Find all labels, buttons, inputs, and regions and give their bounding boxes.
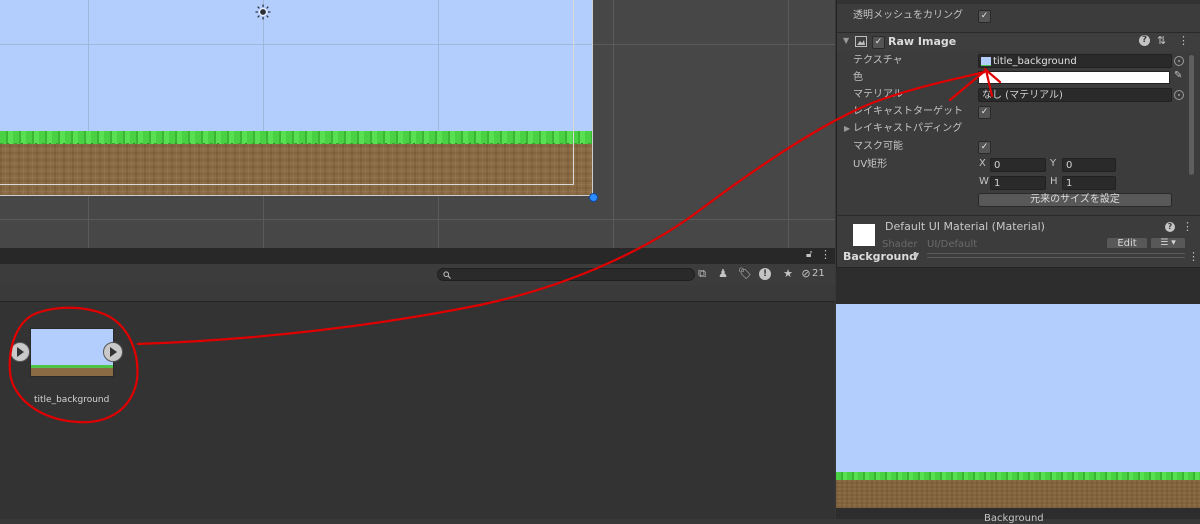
asset-item[interactable]: title_background: [10, 318, 130, 410]
grid-line: [613, 0, 614, 248]
preview-grass: [836, 472, 1200, 480]
raycast-target-label: レイキャストターゲット: [853, 106, 963, 117]
canvas-border: [0, 0, 593, 196]
more-options-icon[interactable]: ⋮: [820, 248, 831, 261]
directional-light-icon[interactable]: [255, 4, 271, 20]
raycast-target-checkbox[interactable]: ✓: [978, 106, 991, 119]
object-picker-icon[interactable]: [1174, 56, 1184, 66]
object-picker-icon[interactable]: [1174, 90, 1184, 100]
uv-h-label: H: [1050, 176, 1058, 187]
texture-value: title_background: [993, 56, 1077, 67]
hidden-packages-icon[interactable]: ⊘: [801, 267, 811, 281]
play-icon[interactable]: [10, 342, 30, 362]
asset-thumbnail: [30, 328, 114, 377]
filter-by-type-icon[interactable]: ♟: [716, 267, 730, 281]
maskable-checkbox[interactable]: ✓: [978, 141, 991, 154]
scene-view[interactable]: [0, 0, 835, 248]
expand-arrow-icon[interactable]: [103, 342, 123, 362]
cull-transparent-mesh-label: 透明メッシュをカリング: [853, 10, 963, 21]
project-search-input[interactable]: [437, 268, 695, 281]
inspector-panel: 透明メッシュをカリング ✓ ▼ ✓ Raw Image ? ⇅ ⋮ テクスチャ …: [836, 0, 1200, 250]
drag-handle-line[interactable]: [927, 257, 1185, 258]
uv-y-input[interactable]: 0: [1062, 158, 1116, 172]
raw-image-icon: [855, 36, 867, 47]
chevron-down-icon[interactable]: ▼: [913, 251, 919, 260]
raw-image-component-header[interactable]: ▼ ✓ Raw Image ? ⇅ ⋮: [837, 32, 1200, 51]
preview-toolbar: Background ▼ ⋮: [836, 248, 1200, 268]
preset-icon[interactable]: ⇅: [1157, 34, 1166, 47]
texture-thumbnail-icon: [981, 57, 991, 66]
foldout-arrow-icon[interactable]: ▼: [843, 36, 849, 45]
uv-rect-label: UV矩形: [853, 159, 888, 170]
cull-transparent-mesh-checkbox[interactable]: ✓: [978, 10, 991, 23]
grid-line: [788, 0, 789, 248]
thumbnail-dirt: [31, 368, 113, 376]
texture-label: テクスチャ: [853, 55, 903, 66]
drag-handle-line[interactable]: [927, 253, 1185, 254]
uv-x-label: X: [979, 158, 986, 169]
texture-field[interactable]: title_background: [978, 54, 1172, 68]
preview-dirt: [836, 480, 1200, 508]
uv-y-label: Y: [1050, 158, 1057, 169]
set-native-size-button[interactable]: 元来のサイズを設定: [978, 193, 1172, 207]
rect-handle[interactable]: [589, 193, 598, 202]
color-field[interactable]: [978, 71, 1170, 84]
raw-image-title: Raw Image: [888, 35, 957, 48]
uv-w-input[interactable]: 1: [990, 176, 1046, 190]
scrollbar-thumb[interactable]: [1189, 55, 1194, 175]
search-icon: [443, 271, 451, 279]
lock-icon[interactable]: 🔓︎: [806, 249, 812, 260]
filter-by-label-icon[interactable]: 🏷︎: [738, 267, 752, 281]
help-icon[interactable]: ?: [1165, 222, 1175, 232]
more-options-icon[interactable]: ⋮: [1188, 250, 1199, 263]
search-by-type-icon[interactable]: ⧉: [695, 267, 709, 281]
uv-x-input[interactable]: 0: [990, 158, 1046, 172]
help-icon[interactable]: ?: [1139, 35, 1150, 46]
uv-w-label: W: [979, 176, 989, 187]
more-options-icon[interactable]: ⋮: [1178, 34, 1189, 47]
uv-h-input[interactable]: 1: [1062, 176, 1116, 190]
preview-title[interactable]: Background: [843, 250, 917, 263]
preview-sky: [836, 304, 1200, 472]
raycast-padding-label[interactable]: レイキャストパディング: [853, 120, 962, 137]
hidden-packages-count: 21: [812, 268, 825, 279]
breadcrumb-bar: [0, 285, 835, 302]
asset-name: title_background: [34, 395, 110, 405]
maskable-label: マスク可能: [853, 141, 903, 152]
material-label: マテリアル: [853, 89, 903, 100]
warning-filter-icon[interactable]: !: [759, 268, 771, 280]
project-toolbar: [0, 264, 835, 286]
material-section: Default UI Material (Material) ? ⋮ Shade…: [837, 215, 1200, 250]
more-options-icon[interactable]: ⋮: [1182, 220, 1193, 233]
eyedropper-icon[interactable]: ✎: [1174, 70, 1182, 81]
foldout-arrow-icon[interactable]: ▶: [844, 124, 850, 133]
grid-line: [0, 219, 835, 220]
material-preview: [853, 224, 875, 246]
material-section-title: Default UI Material (Material): [885, 220, 1045, 233]
favorite-star-icon[interactable]: ★: [781, 267, 795, 281]
section-divider: [837, 0, 1200, 4]
project-tab-strip: 🔓︎ ⋮: [0, 248, 835, 264]
raw-image-enabled-checkbox[interactable]: ✓: [872, 36, 885, 49]
material-field[interactable]: なし (マテリアル): [978, 88, 1172, 102]
color-label: 色: [853, 72, 863, 83]
